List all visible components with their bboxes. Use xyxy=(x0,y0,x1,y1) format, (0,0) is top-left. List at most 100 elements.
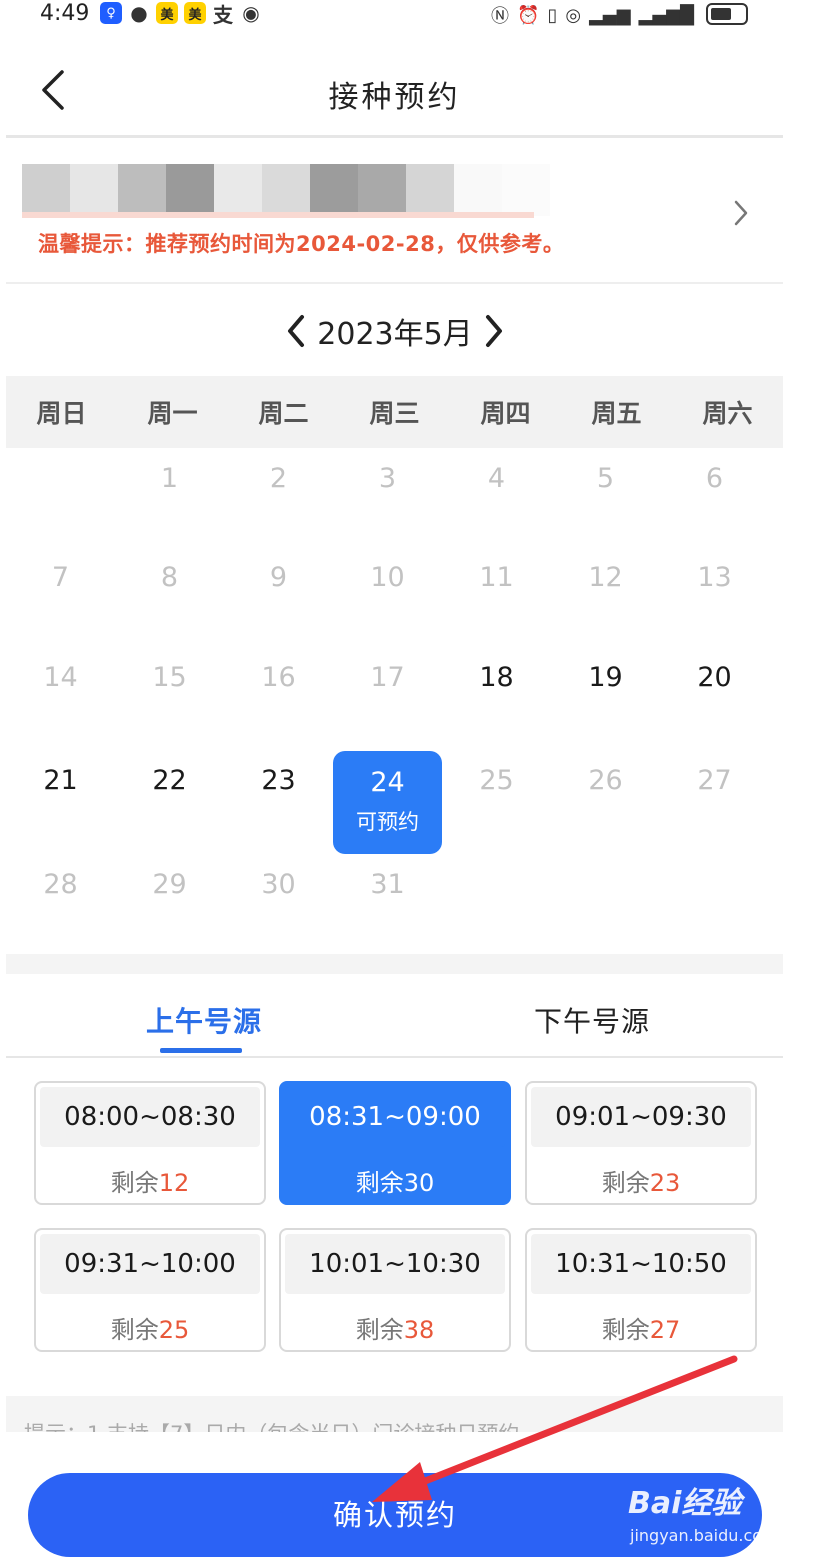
calendar-day-disabled: 3 xyxy=(378,463,397,494)
slot-remaining: 剩余27 xyxy=(601,1316,681,1344)
time-slot[interactable]: 10:01~10:30 剩余38 xyxy=(279,1228,511,1352)
vibrate-icon: ▯ xyxy=(547,4,558,26)
status-time: 4:49 xyxy=(40,1,90,26)
calendar-day-disabled: 17 xyxy=(370,662,405,693)
calendar-day-disabled: 31 xyxy=(370,869,405,900)
nfc-icon: Ⓝ xyxy=(491,6,510,27)
month-navigation: 2023年5月 xyxy=(0,308,790,354)
notification-icons: ♀ ● 美 美 支 ◉ xyxy=(100,1,262,27)
weekday-label: 周五 xyxy=(591,399,642,428)
calendar-day[interactable]: 18 xyxy=(442,662,551,693)
4g-signal-icon: ▂▄▆█ xyxy=(638,4,694,26)
calendar-day-disabled: 27 xyxy=(697,765,732,796)
slot-time: 10:01~10:30 xyxy=(285,1234,505,1294)
slot-time: 08:31~09:00 xyxy=(285,1087,505,1147)
slot-time: 10:31~10:50 xyxy=(531,1234,751,1294)
chat-bubble-icon: ● xyxy=(130,1,148,25)
calendar-day-disabled: 6 xyxy=(705,463,724,494)
calendar-day-disabled: 30 xyxy=(261,869,296,900)
slot-time: 09:31~10:00 xyxy=(40,1234,260,1294)
prev-month-button[interactable] xyxy=(285,313,307,349)
slot-remaining: 剩余23 xyxy=(601,1169,681,1197)
weekday-label: 周日 xyxy=(36,399,87,428)
vaccine-info-card[interactable]: 温馨提示：推荐预约时间为2024-02-28，仅供参考。 xyxy=(6,140,783,284)
notice-text: 提示：1.支持【7】日内（包含当日）门诊接种日预约 xyxy=(24,1418,519,1432)
system-icons: Ⓝ ⏰ ▯ ◎ ▂▄▆ ▂▄▆█ xyxy=(491,2,694,28)
time-slot[interactable]: 09:01~09:30 剩余23 xyxy=(525,1081,757,1205)
tab-morning[interactable]: 上午号源 xyxy=(146,1000,262,1040)
active-tab-indicator xyxy=(160,1048,242,1053)
recommendation-tip: 温馨提示：推荐预约时间为2024-02-28，仅供参考。 xyxy=(38,232,565,256)
slot-remaining: 剩余25 xyxy=(110,1316,190,1344)
slot-remaining-count: 30 xyxy=(403,1169,435,1197)
next-month-button[interactable] xyxy=(483,313,505,349)
time-slot[interactable]: 08:00~08:30 剩余12 xyxy=(34,1081,266,1205)
calendar-day-disabled: 5 xyxy=(596,463,615,494)
hotspot-icon: ◎ xyxy=(565,4,582,26)
alarm-icon: ⏰ xyxy=(517,4,540,26)
calendar-day-disabled: 16 xyxy=(261,662,296,693)
calendar-day-disabled: 1 xyxy=(160,463,179,494)
calendar-day[interactable]: 23 xyxy=(224,765,333,796)
alipay-icon: 支 xyxy=(213,2,233,27)
session-tabs: 上午号源 下午号源 xyxy=(6,976,783,1058)
calendar-day-disabled: 26 xyxy=(588,765,623,796)
time-slot-selected[interactable]: 08:31~09:00 剩余30 xyxy=(279,1081,511,1205)
meituan-icon: 美 xyxy=(156,2,178,24)
calendar-day[interactable]: 20 xyxy=(660,662,769,693)
meituan-icon: 美 xyxy=(184,2,206,24)
slot-remaining: 剩余12 xyxy=(110,1169,190,1197)
calendar-day[interactable]: 21 xyxy=(6,765,115,796)
slot-time: 09:01~09:30 xyxy=(531,1087,751,1147)
watermark-url: jingyan.baidu.com xyxy=(630,1526,778,1545)
weekday-label: 周一 xyxy=(147,399,198,428)
chevron-right-icon xyxy=(734,200,748,226)
battery-icon xyxy=(706,3,748,25)
booking-notice: 提示：1.支持【7】日内（包含当日）门诊接种日预约 xyxy=(6,1396,783,1432)
calendar-day-disabled: 10 xyxy=(370,562,405,593)
weekday-label: 周三 xyxy=(369,399,420,428)
time-slot[interactable]: 10:31~10:50 剩余27 xyxy=(525,1228,757,1352)
calendar-day[interactable]: 22 xyxy=(115,765,224,796)
tab-afternoon[interactable]: 下午号源 xyxy=(534,1000,650,1040)
month-label: 2023年5月 xyxy=(317,317,473,352)
slot-time: 08:00~08:30 xyxy=(40,1087,260,1147)
calendar-day-disabled: 15 xyxy=(152,662,187,693)
page-header: 接种预约 xyxy=(6,42,783,138)
calendar-day-disabled: 29 xyxy=(152,869,187,900)
selected-day-number: 24 xyxy=(370,767,405,798)
redacted-info xyxy=(22,164,550,216)
status-bar: 4:49 ♀ ● 美 美 支 ◉ Ⓝ ⏰ ▯ ◎ ▂▄▆ ▂▄▆█ xyxy=(0,0,818,30)
slot-remaining: 剩余30 xyxy=(355,1169,435,1197)
time-slot[interactable]: 09:31~10:00 剩余25 xyxy=(34,1228,266,1352)
weekday-label: 周六 xyxy=(702,399,753,428)
redacted-underline xyxy=(22,212,534,218)
slot-remaining: 剩余38 xyxy=(355,1316,435,1344)
signal-icon: ▂▄▆ xyxy=(589,4,631,26)
calendar-day-disabled: 2 xyxy=(269,463,288,494)
selected-day-status: 可预约 xyxy=(356,810,419,834)
baidu-jingyan-watermark: Bai经验 jingyan.baidu.com xyxy=(628,1478,798,1558)
assistant-icon: ♀ xyxy=(100,2,122,24)
calendar-day-disabled: 25 xyxy=(479,765,514,796)
slot-remaining-count: 27 xyxy=(649,1316,681,1344)
page-title: 接种预约 xyxy=(328,80,461,115)
section-divider xyxy=(6,954,783,974)
slot-remaining-count: 23 xyxy=(649,1169,681,1197)
calendar-day-disabled: 12 xyxy=(588,562,623,593)
calendar-day-disabled: 4 xyxy=(487,463,506,494)
calendar-day-disabled: 11 xyxy=(479,562,514,593)
calendar-day[interactable]: 19 xyxy=(551,662,660,693)
calendar-day-disabled: 9 xyxy=(269,562,288,593)
calendar-day-disabled: 28 xyxy=(43,869,78,900)
calendar-day-selected[interactable]: 24 可预约 xyxy=(333,751,442,854)
weekday-label: 周四 xyxy=(480,399,531,428)
calendar-day-disabled: 13 xyxy=(697,562,732,593)
eye-icon: ◉ xyxy=(242,1,260,25)
slot-remaining-count: 25 xyxy=(158,1316,190,1344)
weekday-label: 周二 xyxy=(258,399,309,428)
weekday-header: 周日 周一 周二 周三 周四 周五 周六 xyxy=(6,376,783,448)
watermark-brand: Bai经验 xyxy=(628,1486,742,1521)
slot-remaining-count: 12 xyxy=(158,1169,190,1197)
calendar-day-disabled: 7 xyxy=(51,562,70,593)
